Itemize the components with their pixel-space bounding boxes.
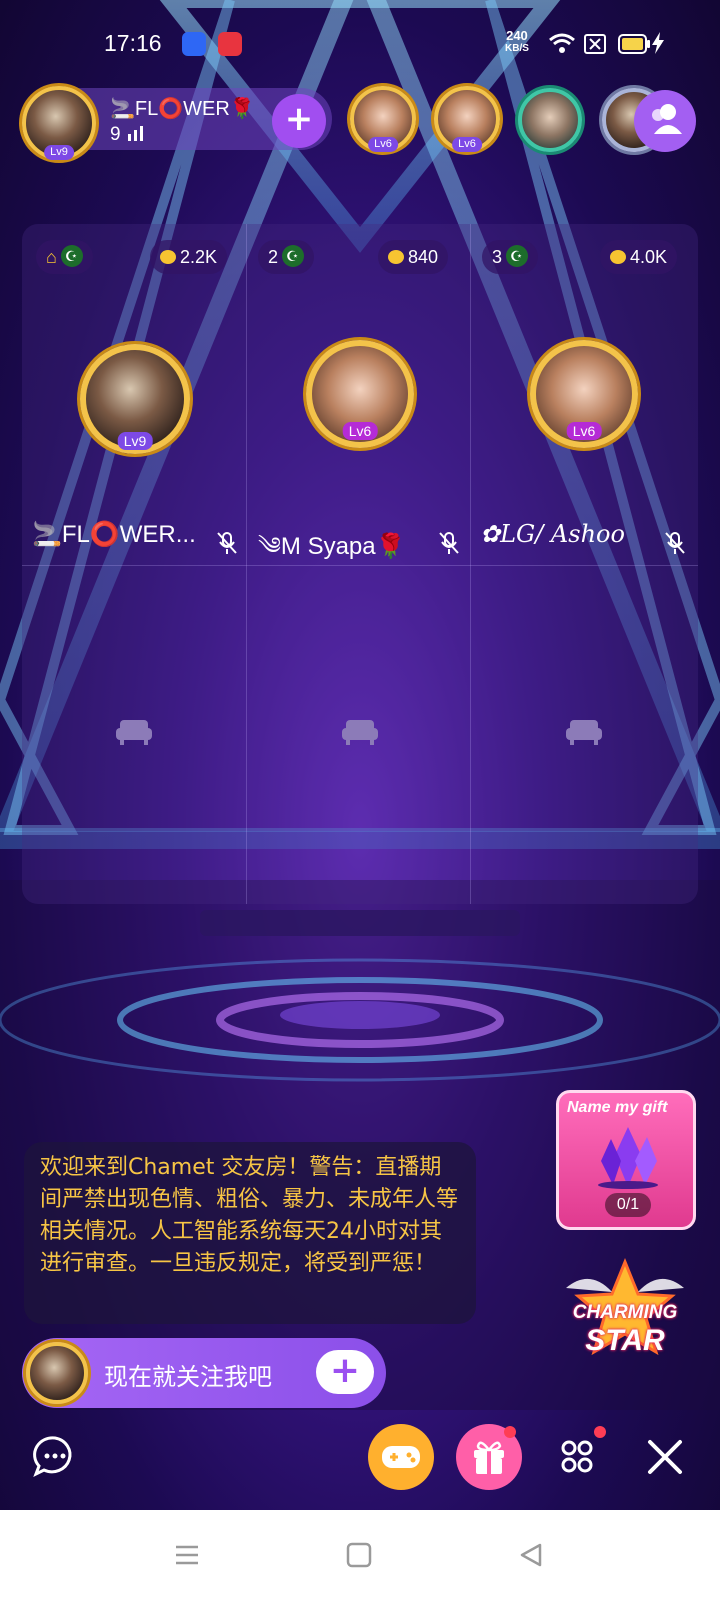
viewer-avatar-1[interactable]: Lv6 [350,86,416,152]
close-icon [648,1440,682,1474]
recent-apps-icon[interactable] [174,1542,200,1568]
charming-star-line1: CHARMING [572,1302,678,1323]
wifi-icon [549,33,575,53]
viewer-avatar-3[interactable] [518,88,582,152]
charging-icon [652,32,664,54]
people-icon [652,104,682,134]
chat-icon [33,1436,72,1478]
home-button-icon[interactable] [346,1542,372,1568]
live-room-screen: 17:16 240 KB/S Lv9 🚬FL⭕WER🌹 9 + Lv6 Lv6 … [0,0,720,1510]
seat-3-number: 3 [482,239,539,274]
plus-icon: + [329,1350,361,1391]
crystal-gift-icon [598,1127,658,1189]
host-name: 🚬FL⭕WER🌹 [110,98,255,120]
network-speed-value: 240 [506,28,528,43]
coin-icon [610,250,626,264]
seat-3-number-value: 3 [492,247,503,267]
seat-2-number: 2 [258,239,315,274]
screen-record-icon [218,32,242,56]
welcome-message: 欢迎来到Chamet 交友房！警告：直播期间严禁出现色情、粗俗、暴力、未成年人等… [24,1142,476,1324]
seat-3-name: ✿LG/ Ashoo [480,520,625,548]
charming-star-line2: STAR [585,1324,665,1357]
seat-1-owner-badge: ⌂ [36,239,93,274]
baidu-app-icon [182,32,206,56]
mic-off-icon [439,532,459,554]
back-icon[interactable] [518,1542,544,1568]
follow-prompt-text: 现在就关注我吧 [104,1363,272,1391]
seat-3-coins-value: 4.0K [630,247,668,267]
coin-icon [160,250,176,264]
seat-2-avatar[interactable]: Lv6 [306,340,414,448]
gift-card-count: 0/1 [605,1193,651,1217]
sim-off-icon [584,34,606,54]
seat-divider [470,224,471,904]
seat-1-coins: 2.2K [150,240,228,274]
charming-star-banner[interactable]: CHARMING STAR [560,1258,690,1368]
host-avatar[interactable]: Lv9 [22,86,96,160]
viewer-level-badge: Lv6 [452,137,482,152]
seat-1-name: 🚬FL⭕WER... [32,521,196,548]
pakistan-flag-icon [60,239,83,273]
network-speed-unit: KB/S [505,43,529,54]
seat-2-coins: 840 [378,240,449,274]
seat-1-avatar[interactable]: Lv9 [80,344,190,454]
pakistan-flag-icon [506,239,529,273]
gift-card-title: Name my gift [567,1099,668,1116]
follow-host-button[interactable]: + [272,94,326,148]
host-viewer-count: 9 [110,124,146,146]
signal-bars-icon [127,126,143,141]
follow-host-avatar [26,1342,88,1404]
close-room-button[interactable] [632,1424,698,1490]
game-button[interactable] [368,1424,434,1490]
seat-2-coins-value: 840 [408,247,439,267]
seat-1-level-badge: Lv9 [117,432,153,450]
system-navigation-bar [0,1510,720,1600]
host-level-badge: Lv9 [44,145,74,160]
seat-1-coins-value: 2.2K [180,247,218,267]
status-bar: 17:16 240 KB/S [0,0,720,90]
viewer-level-badge: Lv6 [368,137,398,152]
gift-notification-dot [504,1426,516,1438]
apps-notification-dot [594,1426,606,1438]
follow-prompt-button[interactable]: + [316,1350,374,1394]
empty-seat-icon[interactable] [566,716,602,746]
viewer-avatar-2[interactable]: Lv6 [434,86,500,152]
name-my-gift-card[interactable]: Name my gift 0/1 [556,1090,696,1230]
clock: 17:16 [104,30,162,56]
seat-2-name: ༄M Syapa🌹 [258,533,406,560]
plus-icon: + [284,99,314,139]
game-icon [382,1446,420,1468]
viewer-list-button[interactable] [634,90,696,152]
seat-2-number-value: 2 [268,247,279,267]
seat-3-level-badge: Lv6 [566,422,602,440]
seat-3-coins: 4.0K [600,240,678,274]
seat-divider [246,224,247,904]
network-speed: 240 KB/S [505,29,529,55]
coin-icon [388,250,404,264]
host-count-value: 9 [110,124,121,145]
pakistan-flag-icon [282,239,305,273]
empty-seat-icon[interactable] [342,716,378,746]
home-icon: ⌂ [46,247,57,267]
empty-seat-icon[interactable] [116,716,152,746]
mic-off-icon [217,532,237,554]
mic-off-icon [665,532,685,554]
seat-3-avatar[interactable]: Lv6 [530,340,638,448]
chat-button[interactable] [22,1424,88,1490]
seat-2-level-badge: Lv6 [342,422,378,440]
battery-icon [618,34,650,54]
